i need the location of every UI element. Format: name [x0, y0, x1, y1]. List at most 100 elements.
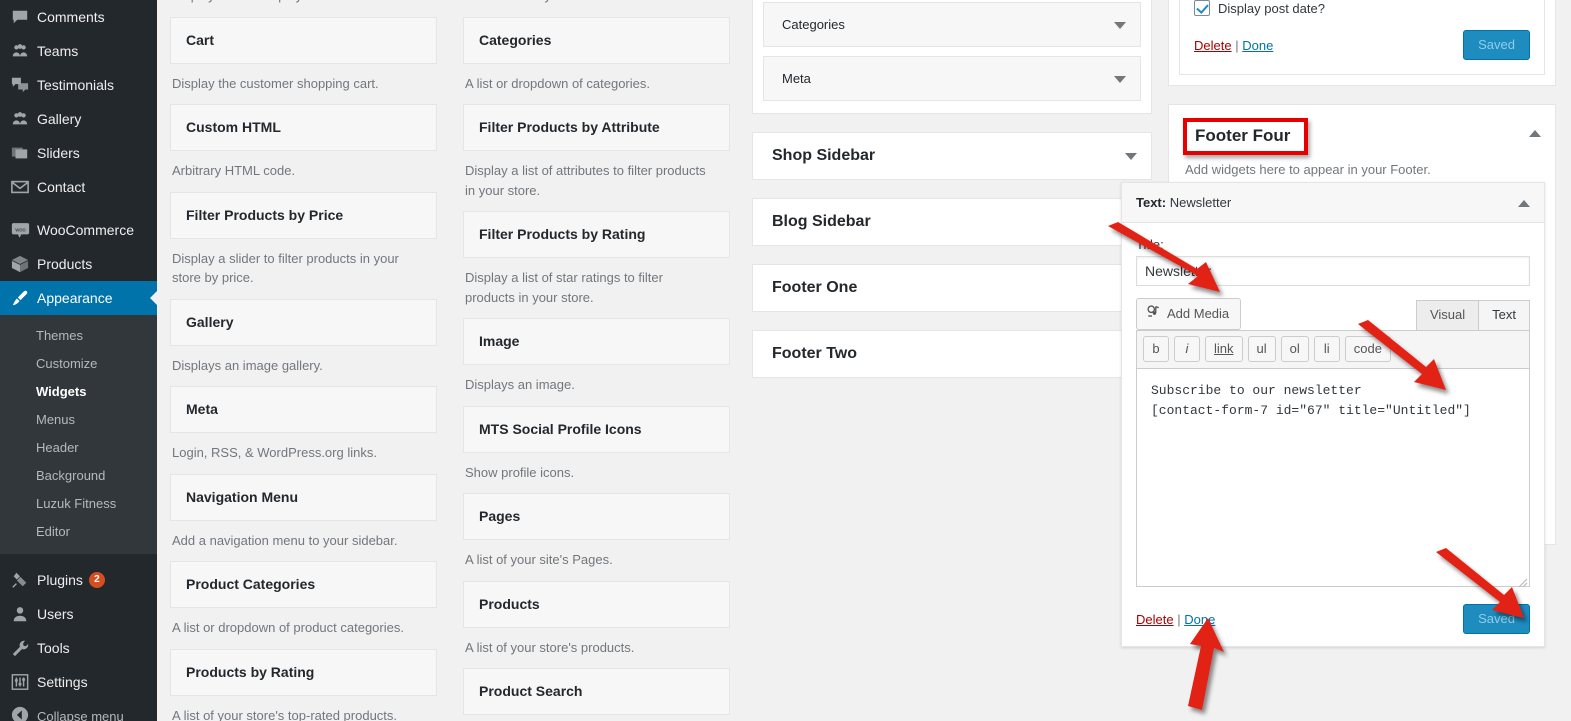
display-post-date-row[interactable]: Display post date? — [1194, 0, 1530, 16]
sidebar-subitem-customize[interactable]: Customize — [0, 350, 157, 378]
widget-title[interactable]: Meta — [170, 386, 437, 433]
widget-title[interactable]: Navigation Menu — [170, 474, 437, 521]
sidebar-item-users[interactable]: Users — [0, 597, 157, 631]
assigned-widget[interactable]: Meta — [763, 56, 1141, 101]
quicktag-ul[interactable]: ul — [1248, 336, 1276, 362]
box-icon — [11, 254, 37, 274]
text-widget-header[interactable]: Text: Newsletter — [1122, 183, 1544, 223]
widget-title[interactable]: Filter Products by Price — [170, 192, 437, 239]
sidebar-area-header[interactable]: Blog Sidebar — [753, 199, 1151, 245]
sidebar-subitem-luzuk-fitness[interactable]: Luzuk Fitness — [0, 490, 157, 518]
plugin-icon — [11, 570, 37, 590]
sidebar-item-woocommerce[interactable]: wooWooCommerce — [0, 213, 157, 247]
sidebar-area-footer-two: Footer Two — [752, 330, 1152, 378]
title-input[interactable] — [1136, 256, 1530, 286]
sidebar-subitem-menus[interactable]: Menus — [0, 406, 157, 434]
sidebar-subitem-editor[interactable]: Editor — [0, 518, 157, 546]
footer-four-header[interactable]: Footer Four — [1169, 105, 1555, 155]
collapse-menu-button[interactable]: Collapse menu — [0, 699, 157, 721]
widget-title[interactable]: Image — [463, 318, 730, 365]
sidebar-area-title: Footer One — [772, 279, 857, 296]
assigned-widget-label: Categories — [782, 17, 845, 32]
text-widget-footer: Delete | Done Saved — [1136, 604, 1530, 634]
done-link[interactable]: Done — [1184, 612, 1215, 627]
collapse-arrow-icon — [11, 706, 37, 721]
widget-description: Add a navigation menu to your sidebar. — [170, 521, 437, 562]
sidebar-item-plugins[interactable]: Plugins2 — [0, 563, 157, 597]
editor-tab-visual[interactable]: Visual — [1416, 300, 1479, 330]
sidebar-item-teams[interactable]: Teams — [0, 34, 157, 68]
widget-description: Display a list of attributes to filter p… — [463, 151, 730, 211]
widget-title[interactable]: Product Categories — [170, 561, 437, 608]
sidebar-area-header[interactable]: Footer Two — [753, 331, 1151, 377]
widget-title[interactable]: Product Search — [463, 668, 730, 715]
brush-icon — [11, 288, 37, 308]
text-widget-head-prefix: Text: — [1136, 195, 1166, 210]
quicktag-code[interactable]: code — [1345, 336, 1391, 362]
sidebar-subitem-header[interactable]: Header — [0, 434, 157, 462]
quicktag-link[interactable]: link — [1205, 336, 1243, 362]
available-widget: Filter Products by AttributeDisplay a li… — [463, 104, 730, 211]
sidebar-subitem-themes[interactable]: Themes — [0, 322, 157, 350]
widget-title[interactable]: Cart — [170, 17, 437, 64]
editor-mode-tabs: VisualText — [1417, 300, 1530, 330]
add-media-button[interactable]: Add Media — [1136, 298, 1241, 330]
quicktag-li[interactable]: li — [1314, 336, 1340, 362]
sidebar-item-contact[interactable]: Contact — [0, 170, 157, 204]
sidebar-item-label: Settings — [37, 665, 88, 699]
widget-description: A list of your store's top-rated product… — [170, 696, 437, 721]
widget-title[interactable]: Gallery — [170, 299, 437, 346]
sidebar-area-title: Footer Two — [772, 345, 857, 362]
chevron-down-icon[interactable] — [1114, 76, 1126, 83]
save-button[interactable]: Saved — [1463, 604, 1530, 634]
widget-description: A list or dropdown of product categories… — [170, 608, 437, 649]
widget-title[interactable]: Pages — [463, 493, 730, 540]
widget-title[interactable]: MTS Social Profile Icons — [463, 406, 730, 453]
done-link[interactable]: Done — [1242, 38, 1273, 53]
sidebar-area-header[interactable]: Footer One — [753, 265, 1151, 311]
display-post-date-checkbox[interactable] — [1194, 0, 1210, 16]
widget-title[interactable]: Categories — [463, 17, 730, 64]
sidebar-item-badge: 2 — [89, 572, 105, 588]
sidebar-area-open: Categories Meta — [752, 0, 1152, 114]
chevron-down-icon[interactable] — [1125, 153, 1137, 160]
sidebar-item-label: Products — [37, 247, 92, 281]
save-button[interactable]: Saved — [1463, 30, 1530, 60]
delete-link[interactable]: Delete — [1194, 38, 1232, 53]
editor-tab-text[interactable]: Text — [1478, 300, 1530, 330]
sidebar-item-sliders[interactable]: Sliders — [0, 136, 157, 170]
sidebar-area-header[interactable]: Shop Sidebar — [753, 133, 1151, 179]
widget-description: Arbitrary HTML code. — [170, 151, 437, 192]
sidebar-subitem-background[interactable]: Background — [0, 462, 157, 490]
sidebar-item-label: Gallery — [37, 102, 81, 136]
text-widget-head-title: Newsletter — [1170, 195, 1231, 210]
sidebar-item-appearance[interactable]: Appearance — [0, 281, 157, 315]
sidebar-item-testimonials[interactable]: Testimonials — [0, 68, 157, 102]
chevron-up-icon[interactable] — [1529, 130, 1541, 137]
quicktag-b[interactable]: b — [1143, 336, 1169, 362]
previous-widget-footer: Delete | Done Saved — [1194, 30, 1530, 60]
widget-title[interactable]: Custom HTML — [170, 104, 437, 151]
sidebar-item-tools[interactable]: Tools — [0, 631, 157, 665]
chevron-up-icon[interactable] — [1518, 200, 1530, 207]
widget-title[interactable]: Products by Rating — [170, 649, 437, 696]
assigned-widget[interactable]: Categories — [763, 2, 1141, 47]
sidebar-item-gallery[interactable]: Gallery — [0, 102, 157, 136]
sidebar-item-comments[interactable]: Comments — [0, 0, 157, 34]
chevron-down-icon[interactable] — [1114, 22, 1126, 29]
quicktag-ol[interactable]: ol — [1281, 336, 1309, 362]
content-textarea[interactable] — [1136, 369, 1530, 587]
widget-title[interactable]: Filter Products by Attribute — [463, 104, 730, 151]
widget-description: Display a slider to filter products in y… — [170, 239, 437, 299]
available-widget: ImageDisplays an image. — [463, 318, 730, 406]
sidebar-item-settings[interactable]: Settings — [0, 665, 157, 699]
delete-link[interactable]: Delete — [1136, 612, 1174, 627]
quicktag-i[interactable]: i — [1174, 336, 1200, 362]
available-widget: MetaLogin, RSS, & WordPress.org links. — [170, 386, 437, 474]
widget-title[interactable]: Products — [463, 581, 730, 628]
sidebar-item-products[interactable]: Products — [0, 247, 157, 281]
widget-title[interactable]: Filter Products by Rating — [463, 211, 730, 258]
admin-sidebar: CommentsTeamsTestimonialsGallerySlidersC… — [0, 0, 157, 721]
sidebar-subitem-widgets[interactable]: Widgets — [0, 378, 157, 406]
quicktags-toolbar: bilinkulollicode — [1136, 330, 1530, 369]
